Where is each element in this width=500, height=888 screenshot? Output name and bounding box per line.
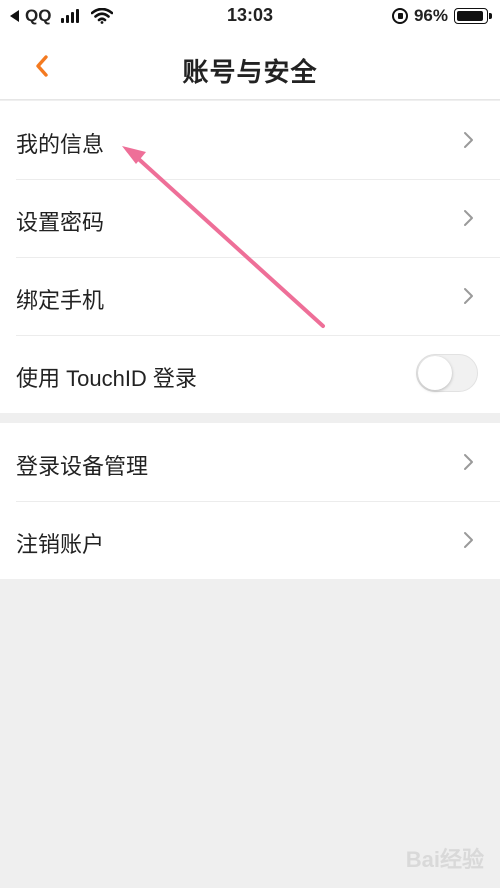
navigation-bar: 账号与安全 (0, 34, 500, 100)
row-cancel-account[interactable]: 注销账户 (0, 501, 500, 579)
chevron-right-icon (464, 132, 473, 148)
row-device-management[interactable]: 登录设备管理 (0, 423, 500, 501)
row-label: 设置密码 (16, 210, 105, 235)
orientation-lock-icon (391, 8, 408, 24)
chevron-right-icon (464, 532, 473, 548)
touchid-toggle[interactable] (416, 354, 478, 392)
battery-percent: 96% (413, 6, 448, 25)
status-bar: QQ 13:03 96% (0, 0, 500, 34)
page-title: 账号与安全 (182, 57, 318, 87)
settings-group-devices: 登录设备管理 注销账户 (0, 423, 500, 579)
chevron-right-icon (464, 288, 473, 304)
watermark-logo: Bai经验 (405, 847, 484, 872)
row-label: 绑定手机 (16, 288, 105, 313)
status-right: 96% (391, 6, 492, 26)
row-touchid-login: 使用 TouchID 登录 (0, 335, 500, 413)
row-set-password[interactable]: 设置密码 (0, 179, 500, 257)
chevron-right-icon (464, 454, 473, 470)
chevron-right-icon (464, 210, 473, 226)
row-label: 使用 TouchID 登录 (16, 366, 197, 391)
row-my-info[interactable]: 我的信息 (0, 101, 500, 179)
row-label: 我的信息 (16, 132, 105, 157)
battery-icon (454, 8, 492, 24)
row-label: 注销账户 (16, 532, 105, 557)
row-label: 登录设备管理 (16, 454, 149, 479)
row-bind-phone[interactable]: 绑定手机 (0, 257, 500, 335)
settings-group-account: 我的信息 设置密码 绑定手机 使用 TouchID 登录 (0, 101, 500, 413)
